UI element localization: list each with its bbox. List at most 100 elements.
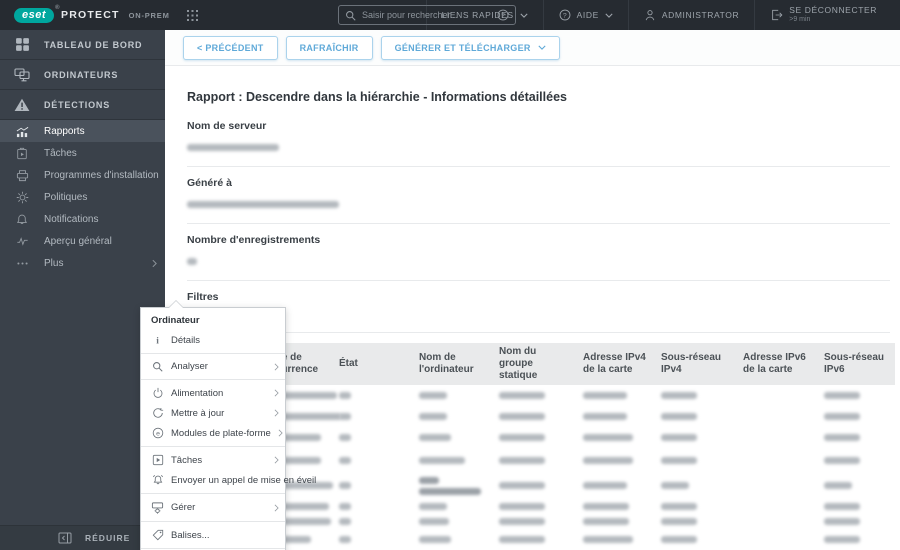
menu-item-details[interactable]: i Détails <box>141 330 285 350</box>
power-icon <box>151 387 164 399</box>
redacted-value <box>583 434 633 442</box>
column-header[interactable]: Adresse IPv4 de la carte <box>577 343 655 385</box>
table-cell <box>333 499 413 514</box>
table-cell <box>737 499 818 514</box>
table-cell <box>493 427 577 449</box>
menu-divider <box>141 548 285 549</box>
table-row[interactable] <box>187 449 895 473</box>
menu-divider <box>141 521 285 522</box>
redacted-value <box>419 488 481 495</box>
menu-divider <box>141 353 285 354</box>
table-cell <box>333 514 413 529</box>
dashboard-icon <box>0 37 44 52</box>
filters-count-link[interactable]: Nombre de filtres : 3 <box>187 310 890 322</box>
table-cell <box>818 499 895 514</box>
table-row[interactable] <box>187 385 895 406</box>
table-cell <box>737 529 818 550</box>
global-search[interactable]: ? <box>338 5 516 25</box>
table-cell <box>413 514 493 529</box>
search-icon <box>345 10 356 21</box>
field-value-redacted <box>187 196 890 214</box>
sidebar-item-plus[interactable]: Plus <box>0 252 165 274</box>
sidebar-item-apercu-general[interactable]: Aperçu général <box>0 230 165 252</box>
table-cell <box>577 499 655 514</box>
column-header[interactable]: Adresse IPv6 de la carte <box>737 343 818 385</box>
menu-item-balises[interactable]: Balises... <box>141 525 285 545</box>
table-cell <box>737 385 818 406</box>
redacted-value <box>499 536 545 544</box>
redacted-value <box>339 502 351 510</box>
menu-item-appel-mise-en-eveil[interactable]: Envoyer un appel de mise en éveil <box>141 470 316 490</box>
table-cell <box>655 499 737 514</box>
redacted-value <box>824 412 860 420</box>
sidebar-item-tableau-de-bord[interactable]: TABLEAU DE BORD <box>0 30 165 60</box>
sidebar-item-notifications[interactable]: Notifications <box>0 208 165 230</box>
more-icon <box>0 257 44 270</box>
page-title: Rapport : Descendre dans la hiérarchie -… <box>187 90 567 104</box>
table-cell <box>818 473 895 499</box>
table-cell <box>655 427 737 449</box>
table-cell <box>655 449 737 473</box>
generate-download-button[interactable]: GÉNÉRER ET TÉLÉCHARGER <box>380 35 560 60</box>
menu-item-mettre-a-jour[interactable]: Mettre à jour <box>141 403 285 423</box>
redacted-value <box>419 536 451 544</box>
table-cell <box>413 449 493 473</box>
refresh-button[interactable]: RAFRAÎCHIR <box>285 35 373 60</box>
product-suffix: ON-PREM <box>128 10 170 20</box>
help-label: AIDE <box>576 10 599 20</box>
table-row[interactable] <box>187 514 895 529</box>
previous-button[interactable]: < PRÉCÉDENT <box>183 35 278 60</box>
table-row[interactable] <box>187 406 895 427</box>
sidebar-item-programmes-installation[interactable]: Programmes d'installation <box>0 164 165 186</box>
table-cell <box>493 385 577 406</box>
table-cell <box>577 514 655 529</box>
logout-icon <box>770 9 783 21</box>
redacted-value <box>661 457 697 465</box>
user-name: ADMINISTRATOR <box>661 10 740 20</box>
column-header[interactable]: Sous-réseau IPv6 <box>818 343 895 385</box>
menu-item-analyser[interactable]: Analyser <box>141 357 285 376</box>
table-cell <box>577 449 655 473</box>
sidebar-item-detections[interactable]: DÉTECTIONS <box>0 90 165 120</box>
redacted-value <box>499 502 545 510</box>
sidebar-item-rapports[interactable]: Rapports <box>0 120 165 142</box>
menu-item-taches[interactable]: Tâches <box>141 450 285 470</box>
table-cell <box>737 406 818 427</box>
sidebar-item-ordinateurs[interactable]: ORDINATEURS <box>0 60 165 90</box>
menu-divider <box>141 446 285 447</box>
redacted-value <box>661 536 697 544</box>
submenu-arrow-icon <box>274 504 279 512</box>
help-circle-icon[interactable]: ? <box>497 9 509 21</box>
menu-item-label: Détails <box>171 334 201 346</box>
detections-icon <box>0 98 44 112</box>
menu-item-alimentation[interactable]: Alimentation <box>141 383 285 403</box>
column-header[interactable]: État <box>333 343 413 385</box>
logo[interactable]: eset ® PROTECT ON-PREM <box>8 5 170 23</box>
column-header[interactable]: Nom du groupe statique <box>493 343 577 385</box>
menu-item-modules-plate-forme[interactable]: e Modules de plate-forme <box>141 423 285 443</box>
column-header[interactable]: Sous-réseau IPv4 <box>655 343 737 385</box>
menu-item-label: Envoyer un appel de mise en éveil <box>171 474 317 486</box>
search-input[interactable] <box>362 10 491 20</box>
app-grid-icon[interactable] <box>186 9 199 22</box>
logout-button[interactable]: SE DÉCONNECTER >9 min <box>754 0 892 30</box>
user-menu[interactable]: ADMINISTRATOR <box>627 0 754 30</box>
table-row[interactable] <box>187 499 895 514</box>
chevron-down-icon <box>538 45 546 50</box>
column-header[interactable]: Nom de l'ordinateur <box>413 343 493 385</box>
sidebar-item-label: Notifications <box>44 213 99 225</box>
sidebar-item-politiques[interactable]: Politiques <box>0 186 165 208</box>
overview-icon <box>0 235 44 247</box>
table-cell <box>413 427 493 449</box>
table-row[interactable] <box>187 529 895 550</box>
menu-item-gerer[interactable]: Gérer <box>141 497 285 518</box>
sidebar-item-label: DÉTECTIONS <box>44 99 111 110</box>
redacted-value <box>339 457 351 465</box>
table-cell <box>413 385 493 406</box>
help-menu[interactable]: ? AIDE <box>542 0 628 30</box>
table-cell <box>333 427 413 449</box>
sidebar-item-taches[interactable]: Tâches <box>0 142 165 164</box>
redacted-value <box>339 482 351 490</box>
redacted-value <box>419 477 439 484</box>
table-row[interactable] <box>187 427 895 449</box>
